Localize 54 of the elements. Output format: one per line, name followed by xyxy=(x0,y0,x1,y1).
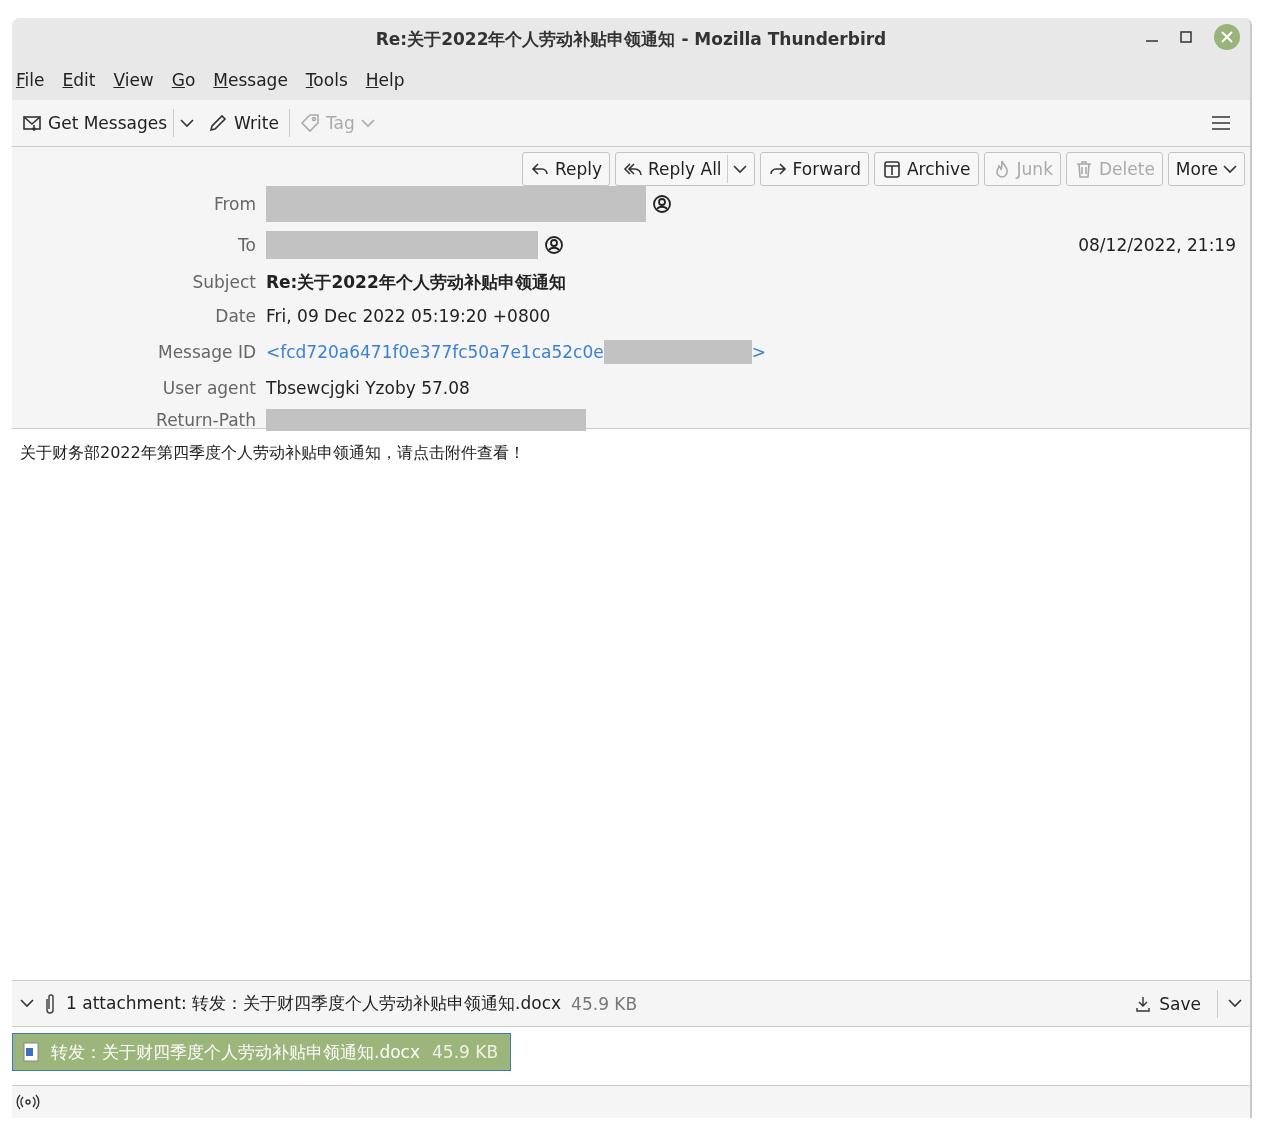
menu-item[interactable]: View xyxy=(113,70,154,90)
toolbar-button[interactable]: Forward xyxy=(759,152,869,186)
toolbar-button[interactable]: Get Messages xyxy=(18,105,199,141)
toolbar-button[interactable]: More xyxy=(1167,152,1245,186)
save-button[interactable]: Save xyxy=(1129,992,1207,1015)
maximize-icon[interactable] xyxy=(1180,31,1192,43)
attachment-size: 45.9 KB xyxy=(571,993,638,1014)
attachment-summary: 1 attachment: 转发：关于财四季度个人劳动补贴申领通知.docx xyxy=(66,992,562,1015)
toggle-attachments[interactable] xyxy=(20,999,34,1008)
contact-icon[interactable] xyxy=(544,235,564,255)
header-value: Tbsewcjgki Yzoby 57.08 xyxy=(266,378,471,398)
message-body: 关于财务部2022年第四季度个人劳动补贴申领通知，请点击附件查看！ xyxy=(20,443,526,464)
signal-icon xyxy=(16,1094,40,1110)
toolbar-button[interactable]: Reply All xyxy=(615,152,755,186)
toolbar-button[interactable]: Write xyxy=(204,109,283,137)
header-label: To xyxy=(237,235,256,255)
contact-icon[interactable] xyxy=(652,194,672,214)
menu-item[interactable]: Edit xyxy=(62,70,96,90)
message-id-link[interactable]: <fcd720a6471f0e377fc50a7e1ca52c0e xyxy=(266,342,604,362)
chevron-down-icon xyxy=(1223,164,1237,174)
attachment-size: 45.9 KB xyxy=(432,1042,499,1062)
header-value: Re:关于2022年个人劳动补贴申领通知 xyxy=(266,270,567,294)
chevron-down-icon xyxy=(1228,999,1242,1008)
header-label: User agent xyxy=(161,378,256,398)
menu-item[interactable]: Help xyxy=(365,70,405,90)
trash-icon xyxy=(1074,159,1094,179)
chevron-down-icon xyxy=(20,999,34,1008)
menu-item[interactable]: Go xyxy=(171,70,196,90)
header-label: Return-Path xyxy=(155,410,256,430)
archive-icon xyxy=(881,159,902,179)
header-label: Date xyxy=(214,306,256,326)
menu-item[interactable]: Tools xyxy=(305,70,348,90)
chevron-down-icon xyxy=(360,118,375,128)
menu-item[interactable]: Message xyxy=(213,70,288,90)
tag-icon xyxy=(299,113,320,133)
header-label: From xyxy=(212,194,256,214)
toolbar-button[interactable]: Reply xyxy=(521,152,610,186)
paperclip-icon xyxy=(44,992,56,1015)
toolbar-button[interactable]: Archive xyxy=(873,152,979,186)
pencil-icon xyxy=(208,113,229,133)
document-icon xyxy=(23,1042,39,1062)
header-label: Message ID xyxy=(157,342,256,362)
menu-item[interactable]: File xyxy=(16,70,45,90)
header-value: Fri, 09 Dec 2022 05:19:20 +0800 xyxy=(266,306,552,326)
envelope-icon xyxy=(22,113,42,133)
window-title: Re:关于2022年个人劳动补贴申领通知 - Mozilla Thunderbird xyxy=(375,27,887,51)
chevron-down-icon xyxy=(180,118,195,128)
message-time: 08/12/2022, 21:19 xyxy=(1078,235,1237,255)
download-icon xyxy=(1135,995,1152,1012)
chevron-down-icon xyxy=(732,164,747,174)
header-label: Subject xyxy=(191,272,256,292)
attachment-name: 转发：关于财四季度个人劳动补贴申领通知.docx xyxy=(51,1040,420,1064)
message-id-link[interactable]: > xyxy=(751,342,766,362)
menu-icon[interactable] xyxy=(1212,116,1230,130)
